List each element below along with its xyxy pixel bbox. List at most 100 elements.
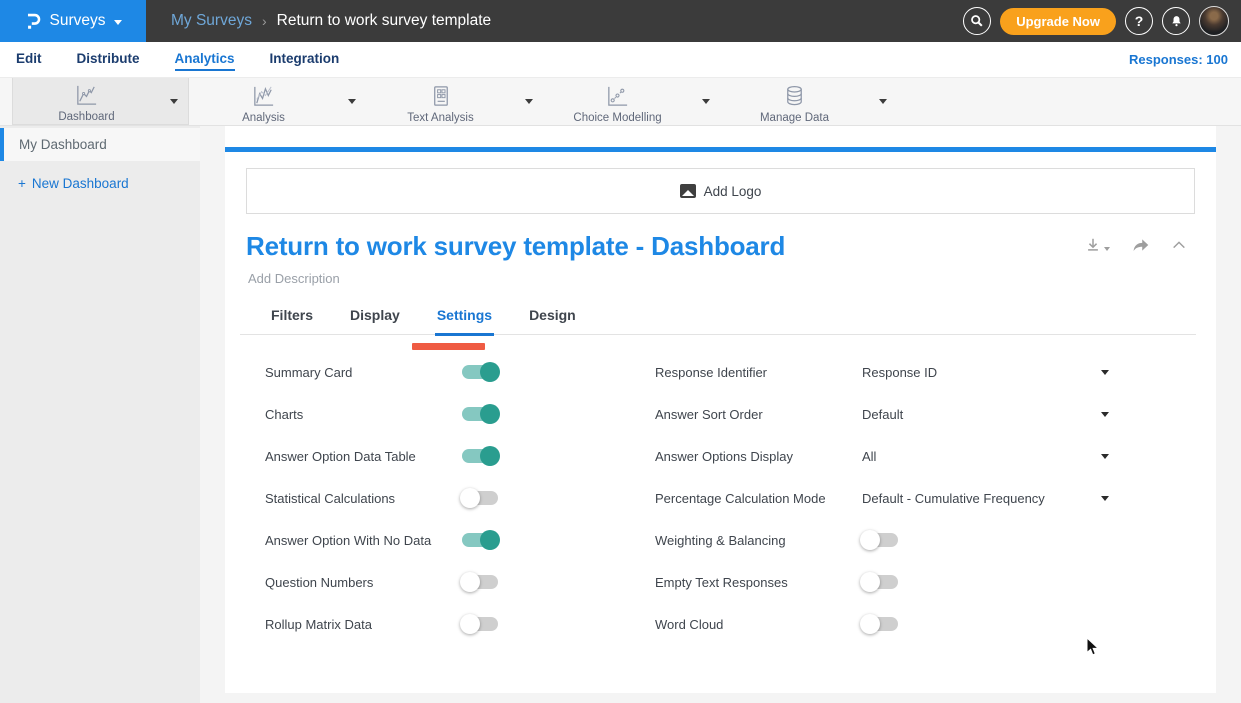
collapse-button[interactable] (1171, 239, 1187, 251)
nav-item-analytics[interactable]: Analytics (175, 48, 235, 71)
chevron-down-icon[interactable] (1101, 496, 1109, 501)
setting-label: Charts (265, 407, 462, 422)
toolbar-item-text-analysis[interactable]: Text Analysis (366, 78, 543, 125)
active-tab-underline (435, 333, 494, 336)
setting-row: Answer Options Display All (655, 435, 1115, 477)
setting-label: Answer Options Display (655, 449, 862, 464)
add-logo-label: Add Logo (704, 184, 762, 199)
statistical-calculations-toggle[interactable] (462, 491, 498, 505)
share-button[interactable] (1131, 237, 1150, 253)
nav-item-edit[interactable]: Edit (16, 48, 42, 71)
line-chart-icon (74, 83, 99, 108)
plus-icon: + (18, 176, 26, 191)
charts-toggle[interactable] (462, 407, 498, 421)
setting-row: Empty Text Responses (655, 561, 1115, 603)
survey-navbar: Edit Distribute Analytics Integration Re… (0, 42, 1241, 78)
toolbar-label-analysis: Analysis (242, 112, 285, 124)
answer-option-with-no-data-toggle[interactable] (462, 533, 498, 547)
question-mark-icon: ? (1135, 13, 1144, 29)
questionpro-logo-icon (25, 10, 42, 32)
settings-panel: Summary Card Charts Answer Option Data T… (225, 335, 1216, 645)
setting-label: Rollup Matrix Data (265, 617, 462, 632)
tab-settings[interactable]: Settings (437, 307, 492, 334)
tab-display[interactable]: Display (350, 307, 400, 334)
chevron-down-icon (702, 99, 710, 104)
sidebar-item-my-dashboard[interactable]: My Dashboard (0, 128, 200, 161)
setting-row: Statistical Calculations (265, 477, 655, 519)
chevron-down-icon (348, 99, 356, 104)
add-description-field[interactable]: Add Description (248, 271, 1216, 286)
answer-option-data-table-toggle[interactable] (462, 449, 498, 463)
weighting-balancing-toggle[interactable] (862, 533, 898, 547)
bell-icon (1170, 14, 1183, 28)
toolbar-label-manage-data: Manage Data (760, 112, 829, 124)
setting-row: Weighting & Balancing (655, 519, 1115, 561)
breadcrumb: My Surveys › Return to work survey templ… (171, 12, 491, 30)
chevron-down-icon[interactable] (1101, 454, 1109, 459)
dashboard-content: Add Logo Return to work survey template … (225, 126, 1216, 693)
download-button[interactable] (1085, 237, 1110, 253)
search-button[interactable] (963, 7, 991, 35)
tab-design[interactable]: Design (529, 307, 576, 334)
new-dashboard-button[interactable]: + New Dashboard (18, 176, 200, 191)
annotation-highlight (412, 343, 485, 350)
add-logo-button[interactable]: Add Logo (246, 168, 1195, 214)
toolbar-item-choice-modelling[interactable]: Choice Modelling (543, 78, 720, 125)
manage-data-dropdown-button[interactable] (869, 78, 897, 125)
text-document-icon (428, 84, 453, 109)
dashboard-dropdown-button[interactable] (160, 78, 188, 124)
chevron-down-icon (525, 99, 533, 104)
chevron-down-icon (879, 99, 887, 104)
setting-row: Summary Card (265, 351, 655, 393)
setting-label: Percentage Calculation Mode (655, 491, 862, 506)
database-icon (782, 84, 807, 109)
product-switcher[interactable]: Surveys (0, 0, 146, 42)
toolbar-label-choice-modelling: Choice Modelling (573, 112, 661, 124)
breadcrumb-my-surveys[interactable]: My Surveys (171, 12, 252, 30)
setting-label: Answer Option With No Data (265, 533, 462, 548)
toolbar-label-text-analysis: Text Analysis (407, 112, 473, 124)
toolbar-item-manage-data[interactable]: Manage Data (720, 78, 897, 125)
image-icon (680, 184, 696, 198)
answer-options-display-select[interactable]: All (862, 449, 1101, 464)
sidebar-gutter (200, 126, 225, 703)
answer-sort-order-select[interactable]: Default (862, 407, 1101, 422)
setting-row: Percentage Calculation Mode Default - Cu… (655, 477, 1115, 519)
help-button[interactable]: ? (1125, 7, 1153, 35)
analytics-toolbar: Dashboard Analysis Text Analysis (0, 78, 1241, 126)
dashboard-sidebar: My Dashboard + New Dashboard (0, 126, 200, 703)
analysis-dropdown-button[interactable] (338, 78, 366, 125)
upgrade-now-button[interactable]: Upgrade Now (1000, 8, 1116, 35)
setting-row: Question Numbers (265, 561, 655, 603)
percentage-calculation-mode-select[interactable]: Default - Cumulative Frequency (862, 491, 1101, 506)
nav-item-distribute[interactable]: Distribute (77, 48, 140, 71)
user-avatar[interactable] (1199, 6, 1229, 36)
tab-label: Settings (437, 307, 492, 323)
search-icon (970, 14, 984, 28)
empty-text-responses-toggle[interactable] (862, 575, 898, 589)
chevron-down-icon[interactable] (1101, 412, 1109, 417)
page-title: Return to work survey template - Dashboa… (246, 231, 1195, 262)
toolbar-item-analysis[interactable]: Analysis (189, 78, 366, 125)
setting-row: Answer Option Data Table (265, 435, 655, 477)
notifications-button[interactable] (1162, 7, 1190, 35)
rollup-matrix-data-toggle[interactable] (462, 617, 498, 631)
setting-label: Word Cloud (655, 617, 862, 632)
toolbar-item-dashboard[interactable]: Dashboard (12, 78, 189, 125)
tab-filters[interactable]: Filters (271, 307, 313, 334)
summary-card-toggle[interactable] (462, 365, 498, 379)
setting-row: Rollup Matrix Data (265, 603, 655, 645)
response-identifier-select[interactable]: Response ID (862, 365, 1101, 380)
setting-row: Answer Option With No Data (265, 519, 655, 561)
tab-label: Filters (271, 307, 313, 323)
nav-item-integration[interactable]: Integration (270, 48, 340, 71)
analysis-chart-icon (251, 84, 276, 109)
question-numbers-toggle[interactable] (462, 575, 498, 589)
choice-modelling-dropdown-button[interactable] (692, 78, 720, 125)
tab-label: Design (529, 307, 576, 323)
breadcrumb-current: Return to work survey template (277, 12, 492, 30)
text-analysis-dropdown-button[interactable] (515, 78, 543, 125)
chevron-down-icon[interactable] (1101, 370, 1109, 375)
chevron-up-icon (1171, 239, 1187, 251)
word-cloud-toggle[interactable] (862, 617, 898, 631)
